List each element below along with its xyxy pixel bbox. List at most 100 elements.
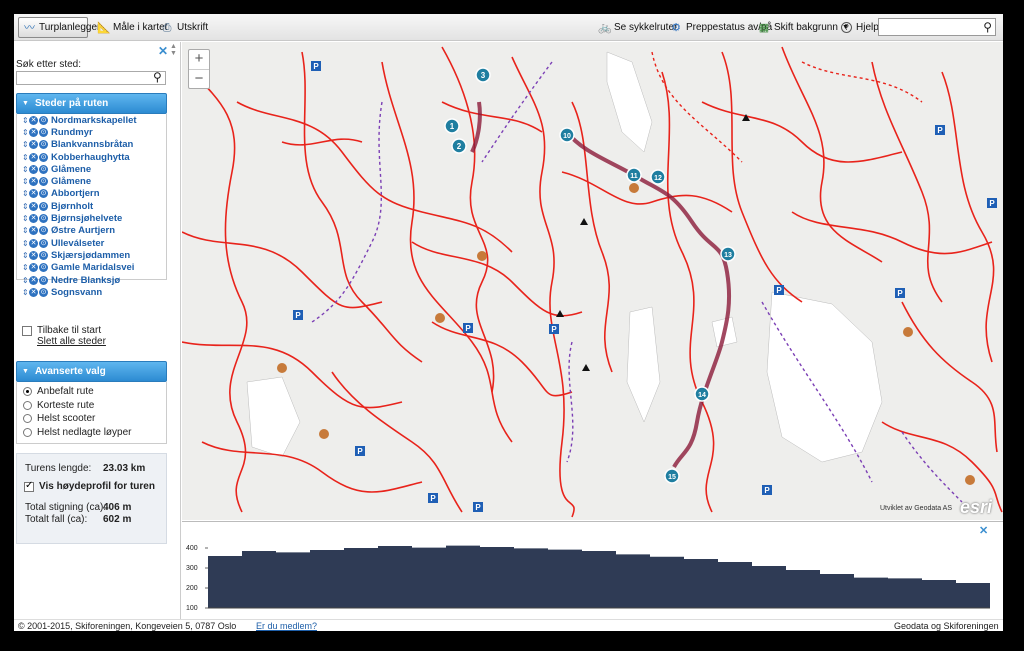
stop-item[interactable]: ⇕ ✕ ⊙ Glåmene (17, 175, 166, 187)
locate-icon[interactable]: ⊙ (39, 164, 48, 174)
stop-item[interactable]: ⇕ ✕ ⊙ Østre Aurtjern (17, 225, 166, 237)
return-to-start-row[interactable]: Tilbake til start (22, 325, 101, 336)
search-icon[interactable]: ⚲ (153, 70, 162, 84)
locate-icon[interactable]: ⊙ (39, 263, 48, 273)
locate-icon[interactable]: ⊙ (39, 177, 48, 187)
option-radio[interactable] (23, 400, 32, 410)
option-radio[interactable] (23, 428, 32, 438)
scroll-arrows-icon[interactable]: ▲ ▼ (170, 43, 177, 57)
drag-handle-icon[interactable]: ⇕ (22, 202, 29, 211)
map-canvas[interactable]: 1 2 3 10 11 12 13 14 15 P P P P P P P P … (182, 42, 1003, 520)
stop-name[interactable]: Østre Aurtjern (51, 225, 115, 236)
locate-icon[interactable]: ⊙ (39, 189, 48, 199)
stop-item[interactable]: ⇕ ✕ ⊙ Abbortjern (17, 188, 166, 200)
advanced-panel-header[interactable]: ▼ Avanserte valg (16, 361, 167, 382)
locate-icon[interactable]: ⊙ (39, 287, 48, 297)
route-planner-button[interactable]: 〰 Turplanlegger (18, 17, 100, 38)
remove-icon[interactable]: ✕ (29, 287, 38, 297)
remove-icon[interactable]: ✕ (29, 201, 38, 211)
remove-icon[interactable]: ✕ (29, 250, 38, 260)
show-profile-row[interactable]: Vis høydeprofil for turen (24, 480, 155, 492)
remove-icon[interactable]: ✕ (29, 226, 38, 236)
stop-item[interactable]: ⇕ ✕ ⊙ Nordmarkskapellet (17, 114, 166, 126)
stop-name[interactable]: Bjørnsjøhelvete (51, 213, 122, 224)
waypoint-10[interactable]: 10 (559, 127, 575, 143)
zoom-out-button[interactable]: − (189, 69, 209, 88)
drag-handle-icon[interactable]: ⇕ (22, 251, 29, 260)
stop-name[interactable]: Gamle Maridalsvei (51, 262, 134, 273)
close-icon[interactable]: ✕ (979, 524, 988, 537)
stop-name[interactable]: Skjærsjødammen (51, 250, 130, 261)
locate-icon[interactable]: ⊙ (39, 275, 48, 285)
stop-name[interactable]: Rundmyr (51, 127, 93, 138)
stops-panel-header[interactable]: ▼ Steder på ruten (16, 93, 167, 114)
search-icon[interactable]: ⚲ (983, 20, 992, 34)
drag-handle-icon[interactable]: ⇕ (22, 177, 29, 186)
stop-name[interactable]: Nordmarkskapellet (51, 115, 137, 126)
remove-icon[interactable]: ✕ (29, 189, 38, 199)
stop-item[interactable]: ⇕ ✕ ⊙ Skjærsjødammen (17, 249, 166, 261)
stop-item[interactable]: ⇕ ✕ ⊙ Nedre Blanksjø (17, 274, 166, 286)
remove-icon[interactable]: ✕ (29, 238, 38, 248)
option-radio[interactable] (23, 414, 32, 424)
drag-handle-icon[interactable]: ⇕ (22, 263, 29, 272)
stop-item[interactable]: ⇕ ✕ ⊙ Blankvannsbråtan (17, 139, 166, 151)
help-button[interactable]: ? Hjelp (836, 17, 884, 38)
remove-icon[interactable]: ✕ (29, 127, 38, 137)
stop-item[interactable]: ⇕ ✕ ⊙ Bjørnholt (17, 200, 166, 212)
drag-handle-icon[interactable]: ⇕ (22, 288, 29, 297)
stop-name[interactable]: Abbortjern (51, 188, 100, 199)
waypoint-13[interactable]: 13 (720, 246, 736, 262)
return-to-start-checkbox[interactable] (22, 325, 32, 336)
drag-handle-icon[interactable]: ⇕ (22, 239, 29, 248)
stop-name[interactable]: Bjørnholt (51, 201, 93, 212)
show-profile-checkbox[interactable] (24, 480, 34, 492)
zoom-in-button[interactable]: + (189, 50, 209, 69)
stop-item[interactable]: ⇕ ✕ ⊙ Bjørnsjøhelvete (17, 212, 166, 224)
remove-icon[interactable]: ✕ (29, 275, 38, 285)
drag-handle-icon[interactable]: ⇕ (22, 116, 29, 125)
locate-icon[interactable]: ⊙ (39, 115, 48, 125)
stop-item[interactable]: ⇕ ✕ ⊙ Ulleválseter (17, 237, 166, 249)
place-search-input[interactable] (16, 71, 166, 85)
locate-icon[interactable]: ⊙ (39, 127, 48, 137)
route-option[interactable]: Helst nedlagte løyper (17, 426, 166, 440)
stop-name[interactable]: Nedre Blanksjø (51, 275, 120, 286)
stop-name[interactable]: Glåmene (51, 164, 91, 175)
locate-icon[interactable]: ⊙ (39, 214, 48, 224)
locate-icon[interactable]: ⊙ (39, 238, 48, 248)
waypoint-15[interactable]: 15 (664, 468, 680, 484)
waypoint-11[interactable]: 11 (626, 167, 642, 183)
stop-item[interactable]: ⇕ ✕ ⊙ Rundmyr (17, 126, 166, 138)
drag-handle-icon[interactable]: ⇕ (22, 153, 29, 162)
remove-icon[interactable]: ✕ (29, 177, 38, 187)
drag-handle-icon[interactable]: ⇕ (22, 189, 29, 198)
clear-all-link[interactable]: Slett alle steder (37, 336, 106, 347)
member-link[interactable]: Er du medlem? (256, 621, 317, 631)
option-radio[interactable] (23, 387, 32, 397)
drag-handle-icon[interactable]: ⇕ (22, 276, 29, 285)
route-option[interactable]: Helst scooter (17, 412, 166, 426)
waypoint-1[interactable]: 1 (444, 118, 460, 134)
waypoint-14[interactable]: 14 (694, 386, 710, 402)
close-icon[interactable]: ✕ (158, 44, 168, 58)
top-search-input[interactable] (879, 19, 975, 35)
stop-name[interactable]: Sognsvann (51, 287, 102, 298)
stop-name[interactable]: Glåmene (51, 176, 91, 187)
stop-item[interactable]: ⇕ ✕ ⊙ Gamle Maridalsvei (17, 262, 166, 274)
locate-icon[interactable]: ⊙ (39, 152, 48, 162)
locate-icon[interactable]: ⊙ (39, 226, 48, 236)
route-option[interactable]: Korteste rute (17, 399, 166, 413)
drag-handle-icon[interactable]: ⇕ (22, 226, 29, 235)
locate-icon[interactable]: ⊙ (39, 140, 48, 150)
drag-handle-icon[interactable]: ⇕ (22, 128, 29, 137)
remove-icon[interactable]: ✕ (29, 140, 38, 150)
locate-icon[interactable]: ⊙ (39, 201, 48, 211)
remove-icon[interactable]: ✕ (29, 164, 38, 174)
stop-name[interactable]: Ulleválseter (51, 238, 104, 249)
stop-item[interactable]: ⇕ ✕ ⊙ Sognsvann (17, 286, 166, 298)
stop-name[interactable]: Kobberhaughytta (51, 152, 130, 163)
remove-icon[interactable]: ✕ (29, 152, 38, 162)
map-view[interactable]: 1 2 3 10 11 12 13 14 15 P P P P P P P P … (182, 42, 1003, 520)
remove-icon[interactable]: ✕ (29, 214, 38, 224)
